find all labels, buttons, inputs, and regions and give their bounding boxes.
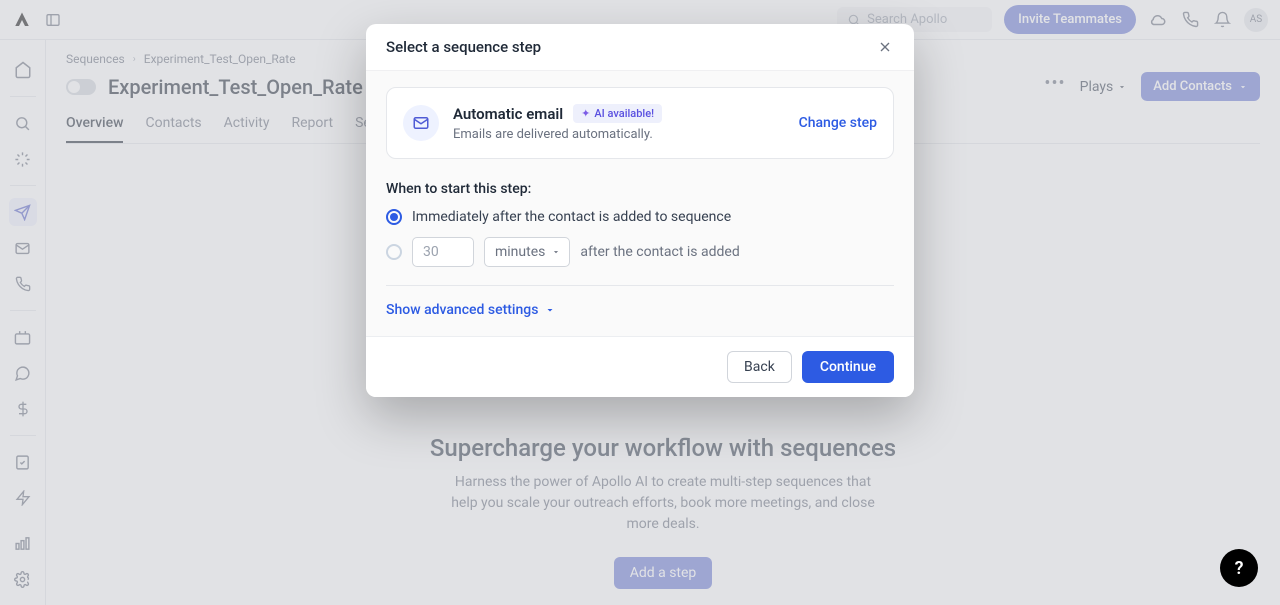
advanced-label: Show advanced settings xyxy=(386,302,538,318)
change-step-link[interactable]: Change step xyxy=(799,115,877,131)
sequence-step-modal: Select a sequence step Automatic email ✦… xyxy=(366,24,914,397)
modal-title: Select a sequence step xyxy=(386,38,541,56)
ai-badge-label: AI available! xyxy=(594,107,654,120)
email-icon xyxy=(403,105,439,141)
close-icon[interactable] xyxy=(876,38,894,56)
delay-unit-select[interactable]: minutes xyxy=(484,237,570,267)
sparkle-icon: ✦ xyxy=(581,107,590,120)
delay-unit-label: minutes xyxy=(495,244,545,260)
step-title: Automatic email xyxy=(453,105,563,123)
step-subtitle: Emails are delivered automatically. xyxy=(453,127,662,142)
show-advanced-toggle[interactable]: Show advanced settings xyxy=(386,302,894,318)
selected-step-card: Automatic email ✦ AI available! Emails a… xyxy=(386,87,894,159)
radio-immediate[interactable] xyxy=(386,209,402,225)
modal-overlay[interactable]: Select a sequence step Automatic email ✦… xyxy=(0,0,1280,605)
caret-down-icon xyxy=(551,247,561,257)
option-immediate-label: Immediately after the contact is added t… xyxy=(412,209,731,225)
option-delay-row[interactable]: minutes after the contact is added xyxy=(386,237,894,267)
back-button[interactable]: Back xyxy=(727,351,792,383)
radio-delay[interactable] xyxy=(386,244,402,260)
option-immediate-row[interactable]: Immediately after the contact is added t… xyxy=(386,209,894,225)
when-to-start-label: When to start this step: xyxy=(386,181,894,197)
chevron-down-icon xyxy=(544,304,556,316)
continue-button[interactable]: Continue xyxy=(802,351,894,383)
help-fab[interactable]: ? xyxy=(1220,549,1258,587)
ai-available-badge: ✦ AI available! xyxy=(573,104,662,123)
delay-suffix: after the contact is added xyxy=(580,244,739,260)
delay-amount-input[interactable] xyxy=(412,237,474,267)
